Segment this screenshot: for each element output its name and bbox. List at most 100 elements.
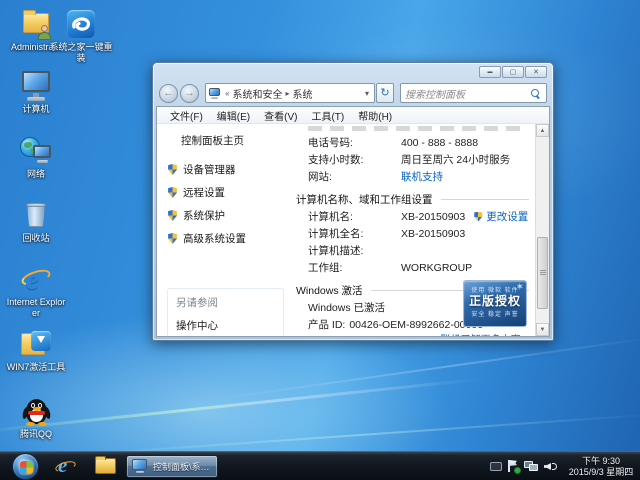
see-also-section: 另请参阅 操作中心 Windows Update 性能信息和工具: [167, 288, 284, 336]
system-window-icon: [132, 459, 149, 474]
uac-shield-icon: [167, 164, 178, 175]
minimize-button[interactable]: ▬: [479, 66, 501, 78]
network-tray-icon[interactable]: [524, 460, 539, 473]
taskbar-task-control-panel[interactable]: 控制面板\系统和...: [126, 455, 218, 478]
windows-logo-icon: [20, 461, 33, 474]
field-value: 周日至周六 24小时服务: [401, 152, 510, 167]
desktop-icon-label: Internet Explorer: [5, 297, 67, 319]
sidebar-item-label: 高级系统设置: [183, 231, 246, 246]
breadcrumb-system-security[interactable]: 系统和安全: [229, 86, 285, 101]
menu-help[interactable]: 帮助(H): [351, 108, 399, 123]
task-button-label: 控制面板\系统和...: [153, 460, 212, 473]
search-box[interactable]: 搜索控制面板: [400, 83, 547, 103]
desktop-icon-recycle-bin[interactable]: 回收站: [5, 199, 67, 244]
desktop-icon-computer[interactable]: 计算机: [5, 70, 67, 115]
badge-bottom-text: 安全 稳定 声誉: [464, 309, 526, 318]
menu-file[interactable]: 文件(F): [163, 108, 210, 123]
computer-fullname-row: 计算机全名: XB-20150903: [296, 225, 531, 242]
change-settings-link[interactable]: 更改设置: [486, 209, 528, 224]
sidebar-item-control-panel-home[interactable]: 控制面板主页: [181, 133, 290, 148]
scroll-up-button[interactable]: ▲: [536, 124, 549, 137]
folder-icon: [95, 458, 116, 474]
sidebar-item-remote-settings[interactable]: 远程设置: [167, 185, 290, 200]
vertical-scrollbar[interactable]: ▲ ▼: [535, 124, 549, 336]
sidebar-item-action-center[interactable]: 操作中心: [176, 318, 283, 333]
scroll-down-button[interactable]: ▼: [536, 323, 549, 336]
recycle-bin-icon: [19, 199, 53, 231]
sidebar-item-device-manager[interactable]: 设备管理器: [167, 162, 290, 177]
learn-more-online-link[interactable]: 联机了解更多内容...: [441, 331, 529, 336]
workgroup-row: 工作组: WORKGROUP: [296, 259, 531, 276]
scrollbar-track[interactable]: [536, 137, 549, 323]
badge-main-text: 正版授权: [464, 294, 526, 309]
sidebar-item-advanced-system-settings[interactable]: 高级系统设置: [167, 231, 290, 246]
start-button[interactable]: [12, 453, 39, 480]
uac-shield-icon: [167, 210, 178, 221]
taskbar-clock[interactable]: 下午 9:30 2015/9/3 星期四: [564, 456, 638, 478]
titlebar[interactable]: ▬ ▢ ✕: [153, 63, 553, 80]
search-icon: [531, 89, 540, 98]
desktop-icon-win7-activator[interactable]: WIN7激活工具: [5, 328, 67, 373]
desktop-icon-qq[interactable]: 腾讯QQ: [5, 395, 67, 440]
online-support-link[interactable]: 联机支持: [401, 169, 443, 184]
field-label: 计算机全名:: [308, 226, 401, 241]
field-value: WORKGROUP: [401, 262, 472, 274]
taskbar-windows-explorer[interactable]: [94, 456, 118, 477]
desktop: Administra... 系统之家一键重装 计算机 网络 回收站: [0, 0, 640, 480]
uac-shield-icon: [167, 187, 178, 198]
back-button[interactable]: ←: [159, 84, 178, 103]
desktop-icon-label: 腾讯QQ: [5, 429, 67, 440]
address-dropdown-icon[interactable]: ▾: [362, 89, 372, 98]
clock-time: 下午 9:30: [564, 456, 638, 467]
onekey-reinstall-icon: [64, 8, 98, 40]
computer-description-row: 计算机描述:: [296, 242, 531, 259]
breadcrumb-system[interactable]: 系统: [289, 86, 315, 101]
close-button[interactable]: ✕: [525, 66, 547, 78]
uac-shield-icon: [167, 233, 178, 244]
taskbar: e 控制面板\系统和... 下午 9:30: [0, 451, 640, 480]
support-row-phone: 电话号码: 400 - 888 - 8888: [296, 134, 531, 151]
desktop-icon-label: 计算机: [5, 104, 67, 115]
close-icon: ✕: [533, 69, 539, 76]
volume-tray-icon[interactable]: [544, 460, 558, 473]
field-label: 电话号码:: [308, 135, 401, 150]
genuine-windows-badge[interactable]: 使用 微软 软件 正版授权 安全 稳定 声誉 ✶: [463, 280, 527, 327]
scrollbar-thumb[interactable]: [537, 237, 548, 309]
taskbar-internet-explorer[interactable]: e: [54, 456, 78, 477]
window-client-area: 文件(F) 编辑(E) 查看(V) 工具(T) 帮助(H) 控制面板主页 设备管…: [156, 106, 550, 337]
desktop-icon-label: 回收站: [5, 233, 67, 244]
desktop-icon-internet-explorer[interactable]: e Internet Explorer: [5, 263, 67, 319]
clock-date: 2015/9/3 星期四: [564, 467, 638, 478]
address-bar[interactable]: « 系统和安全 ▸ 系统 ▾: [205, 83, 375, 103]
menu-bar: 文件(F) 编辑(E) 查看(V) 工具(T) 帮助(H): [157, 107, 549, 124]
desktop-icon-label: WIN7激活工具: [5, 362, 67, 373]
support-row-website: 网站: 联机支持: [296, 168, 531, 185]
show-hidden-icons-button[interactable]: [490, 462, 502, 471]
scroll-down-icon: ▼: [540, 327, 546, 333]
forward-button[interactable]: →: [180, 84, 199, 103]
maximize-button[interactable]: ▢: [502, 66, 524, 78]
uac-shield-icon: [473, 212, 483, 222]
support-row-hours: 支持小时数: 周日至周六 24小时服务: [296, 151, 531, 168]
sidebar-item-system-protection[interactable]: 系统保护: [167, 208, 290, 223]
field-label: 计算机名:: [308, 209, 401, 224]
back-icon: ←: [163, 87, 174, 99]
menu-tools[interactable]: 工具(T): [304, 108, 351, 123]
action-center-icon[interactable]: [507, 460, 519, 473]
desktop-icon-network[interactable]: 网络: [5, 135, 67, 180]
qq-icon: [19, 395, 53, 427]
menu-edit[interactable]: 编辑(E): [210, 108, 257, 123]
activation-status: Windows 已激活: [308, 300, 385, 315]
refresh-button[interactable]: ↻: [376, 83, 394, 103]
sidebar: 控制面板主页 设备管理器 远程设置 系统保护: [157, 124, 290, 336]
menu-view[interactable]: 查看(V): [257, 108, 304, 123]
see-also-header: 另请参阅: [176, 295, 283, 310]
desktop-icon-onekey-reinstall[interactable]: 系统之家一键重装: [46, 8, 116, 64]
field-label: 计算机描述:: [308, 243, 401, 258]
desktop-icon-label: 网络: [5, 169, 67, 180]
change-settings[interactable]: 更改设置: [473, 209, 528, 224]
computer-icon: [19, 70, 53, 102]
computer-name-section-title: 计算机名称、域和工作组设置: [296, 190, 531, 208]
network-icon: [19, 135, 53, 167]
system-tray: 下午 9:30 2015/9/3 星期四: [490, 452, 638, 480]
